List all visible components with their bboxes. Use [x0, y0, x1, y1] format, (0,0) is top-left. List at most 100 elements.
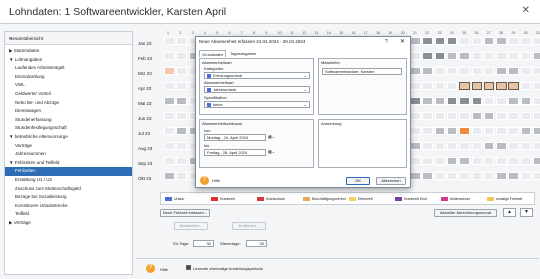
- calendar-day-cell[interactable]: [446, 97, 458, 106]
- cancel-button[interactable]: Abbrechen: [376, 177, 406, 185]
- sidebar-group[interactable]: ▶ Stammdaten: [5, 47, 132, 56]
- period-checkbox[interactable]: [186, 265, 191, 270]
- calendar-day-cell[interactable]: [459, 67, 470, 76]
- calendar-day-cell[interactable]: [508, 142, 519, 151]
- calendar-day-cell[interactable]: [459, 52, 470, 61]
- calendar-day-cell[interactable]: [533, 67, 540, 76]
- calendar-day-cell[interactable]: [483, 142, 495, 151]
- calendar-day-cell[interactable]: [508, 172, 519, 181]
- calendar-day-cell[interactable]: [471, 157, 482, 166]
- calendar-day-cell[interactable]: [176, 67, 187, 76]
- calendar-day-cell[interactable]: [459, 82, 470, 91]
- calendar-day-cell[interactable]: [533, 82, 540, 91]
- sidebar-item[interactable]: Jahressummen: [5, 150, 132, 159]
- calendar-day-cell[interactable]: [164, 52, 175, 61]
- calendar-day-cell[interactable]: [164, 142, 175, 151]
- sidebar-item[interactable]: Geldwerter Vorteil: [5, 90, 132, 99]
- sidebar-group[interactable]: ▼ Lohnangaben: [5, 56, 132, 65]
- sidebar-item[interactable]: Dienstwagen: [5, 107, 132, 116]
- sidebar-header[interactable]: Gesamtübersicht ⌄: [5, 32, 132, 45]
- calendar-day-cell[interactable]: [483, 172, 495, 181]
- calendar-day-cell[interactable]: [422, 142, 433, 151]
- calendar-day-cell[interactable]: [422, 172, 433, 181]
- calendar-day-cell[interactable]: [508, 127, 519, 136]
- calendar-day-cell[interactable]: [533, 172, 540, 181]
- chevron-down-icon[interactable]: ⌄: [304, 73, 307, 78]
- calendar-day-cell[interactable]: [471, 37, 482, 46]
- dialog-help-label[interactable]: Hilfe: [212, 178, 220, 183]
- calendar-day-cell[interactable]: [446, 52, 458, 61]
- sidebar-group[interactable]: ▼ betriebliche Altersvorsorge: [5, 133, 132, 142]
- calendar-day-cell[interactable]: [422, 82, 433, 91]
- help-icon[interactable]: ?: [385, 39, 388, 45]
- chevron-down-icon[interactable]: ⌄: [304, 102, 307, 107]
- category-select[interactable]: Erholungsurlaub ⌄: [204, 72, 310, 79]
- calendar-day-cell[interactable]: [434, 82, 446, 91]
- remark-panel[interactable]: Anmerkung: [318, 119, 407, 168]
- sidebar-item[interactable]: VWL: [5, 81, 132, 90]
- calendar-day-cell[interactable]: [508, 52, 519, 61]
- calendar-day-cell[interactable]: [520, 97, 532, 106]
- calendar-day-cell[interactable]: [533, 52, 540, 61]
- calendar-day-cell[interactable]: [434, 112, 446, 121]
- sidebar-item[interactable]: Stundenerfassung: [5, 116, 132, 125]
- calendar-day-cell[interactable]: [164, 157, 175, 166]
- sidebar-group[interactable]: ▼ Fehlzeiten und Teilfeld: [5, 159, 132, 168]
- calendar-day-cell[interactable]: [471, 142, 482, 151]
- calendar-day-cell[interactable]: [533, 142, 540, 151]
- calendar-day-cell[interactable]: [422, 97, 433, 106]
- calendar-day-cell[interactable]: [496, 37, 507, 46]
- calendar-day-cell[interactable]: [164, 127, 175, 136]
- calendar-day-cell[interactable]: [164, 37, 175, 46]
- calendar-day-cell[interactable]: [533, 127, 540, 136]
- calendar-day-cell[interactable]: [176, 142, 187, 151]
- move-down-button[interactable]: ▼: [520, 208, 533, 217]
- calendar-day-cell[interactable]: [176, 52, 187, 61]
- calendar-day-cell[interactable]: [176, 97, 187, 106]
- calendar-day-cell[interactable]: [471, 112, 482, 121]
- calendar-day-cell[interactable]: [471, 97, 482, 106]
- calendar-day-cell[interactable]: [446, 82, 458, 91]
- calendar-day-cell[interactable]: [520, 172, 532, 181]
- calendar-day-cell[interactable]: [176, 172, 187, 181]
- calendar-day-cell[interactable]: [471, 82, 482, 91]
- calendar-day-cell[interactable]: [533, 37, 540, 46]
- calendar-day-cell[interactable]: [483, 157, 495, 166]
- calendar-day-cell[interactable]: [483, 97, 495, 106]
- calendar-day-cell[interactable]: [164, 67, 175, 76]
- sidebar-item[interactable]: Erstattung U1 / U2: [5, 176, 132, 185]
- tax-days-field[interactable]: 30: [246, 240, 267, 247]
- calendar-icon[interactable]: ▦⌄: [268, 134, 275, 139]
- calendar-day-cell[interactable]: [410, 67, 421, 76]
- calendar-day-cell[interactable]: [496, 52, 507, 61]
- calendar-day-cell[interactable]: [176, 82, 187, 91]
- calendar-day-cell[interactable]: [410, 172, 421, 181]
- calendar-day-cell[interactable]: [446, 127, 458, 136]
- calendar-icon[interactable]: ▦⌄: [268, 149, 275, 154]
- calendar-day-cell[interactable]: [164, 97, 175, 106]
- close-icon[interactable]: ✕: [522, 5, 530, 16]
- calendar-day-cell[interactable]: [520, 112, 532, 121]
- calendar-day-cell[interactable]: [483, 127, 495, 136]
- calendar-day-cell[interactable]: [410, 97, 421, 106]
- calendar-day-cell[interactable]: [459, 97, 470, 106]
- calendar-day-cell[interactable]: [164, 172, 175, 181]
- calendar-day-cell[interactable]: [508, 37, 519, 46]
- calendar-day-cell[interactable]: [459, 127, 470, 136]
- sidebar-item[interactable]: Laufendes Arbeitsentgelt: [5, 64, 132, 73]
- calendar-day-cell[interactable]: [422, 52, 433, 61]
- tab-grunddaten[interactable]: Grunddaten: [199, 50, 227, 57]
- calendar-day-cell[interactable]: [508, 67, 519, 76]
- calendar-day-cell[interactable]: [459, 172, 470, 181]
- tab-tagesangaben[interactable]: Tagesangaben: [228, 50, 258, 57]
- sidebar-item[interactable]: Zuschuss zum Mutterschaftsgeld: [5, 185, 132, 194]
- move-up-button[interactable]: ▲: [503, 208, 516, 217]
- calendar-day-cell[interactable]: [434, 67, 446, 76]
- calendar-day-cell[interactable]: [533, 97, 540, 106]
- sidebar-group[interactable]: ▶ Verträge: [5, 219, 132, 228]
- calendar-day-cell[interactable]: [520, 157, 532, 166]
- calendar-day-cell[interactable]: [176, 127, 187, 136]
- calendar-day-cell[interactable]: [410, 112, 421, 121]
- chevron-down-icon[interactable]: ⌄: [9, 35, 128, 41]
- calendar-day-cell[interactable]: [446, 112, 458, 121]
